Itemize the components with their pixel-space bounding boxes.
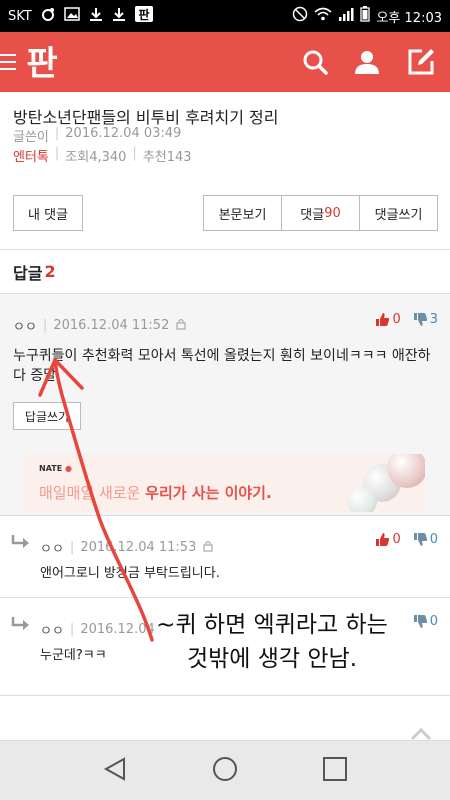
article-header: 방탄소년단팬들의 비투비 후려치기 정리 글쓴이 | 2016.12.04 03… <box>0 92 450 250</box>
menu-icon[interactable] <box>0 53 20 71</box>
comment-datetime: 2016.12.04 11:52 <box>53 318 170 333</box>
ad-brand: NATE ● <box>39 464 72 473</box>
download-icon <box>112 7 126 25</box>
thumbs-down-icon <box>413 313 427 326</box>
comment-actions: 본문보기 댓글 90 댓글쓰기 <box>203 195 438 231</box>
comments-count: 90 <box>324 205 341 221</box>
logo-text: 판 <box>26 44 57 83</box>
upvote-button[interactable]: 0 <box>375 532 401 547</box>
download-icon <box>89 7 103 25</box>
comment-body: 누구퀴들이 추천화력 모아서 톡선에 올렸는지 훤히 보이네ㅋㅋㅋ 애잔하다 증… <box>13 348 431 384</box>
comment-author[interactable]: ㅇㅇ <box>13 316 37 335</box>
downvote-count: 3 <box>429 312 438 327</box>
my-comments-button[interactable]: 내 댓글 <box>13 195 83 231</box>
pann-logo[interactable]: 판 <box>22 41 62 84</box>
ad-banner[interactable]: NATE ● 매일매일 새로운 우리가 사는 이야기. <box>25 454 425 512</box>
write-post-icon[interactable] <box>406 47 436 77</box>
comment-author[interactable]: ㅇㅇ <box>40 538 64 557</box>
category-link[interactable]: 엔터톡 <box>13 146 49 165</box>
signal-icon <box>338 7 354 25</box>
svg-text:판: 판 <box>138 7 149 22</box>
comments-label: 댓글 <box>300 207 325 223</box>
carrier-label: SKT <box>8 8 32 24</box>
downvote-button[interactable]: 3 <box>413 312 438 327</box>
reply-arrow-icon <box>11 616 31 636</box>
downvote-count: 0 <box>429 532 438 547</box>
comment-meta: ㅇㅇ | 2016.12.04 11:53 <box>40 538 214 557</box>
divider: | <box>69 540 75 555</box>
reply-item: ㅇㅇ | 2016.12.04 11:53 0 0 앤어그로니 방청금 부탁드립… <box>0 516 450 598</box>
comment-author[interactable]: ㅇㅇ <box>40 620 64 639</box>
balloon-decoration <box>387 454 425 488</box>
upvote-button[interactable]: 0 <box>375 312 401 327</box>
app-notification-icon <box>41 7 55 25</box>
view-post-button[interactable]: 본문보기 <box>204 196 282 230</box>
battery-icon <box>360 6 371 26</box>
downvote-button[interactable]: 0 <box>413 532 438 547</box>
replies-header: 답글 2 <box>0 250 450 294</box>
article-meta: 글쓴이 | 2016.12.04 03:49 <box>13 126 181 145</box>
upvote-count: 0 <box>392 312 401 327</box>
home-icon[interactable] <box>211 755 239 787</box>
recommend-count: 추천143 <box>142 150 192 165</box>
balloon-decoration <box>347 486 377 512</box>
comments-button[interactable]: 댓글 90 <box>282 196 360 230</box>
wifi-icon <box>314 7 332 25</box>
thumbs-up-icon <box>376 313 390 326</box>
user-icon[interactable] <box>354 49 380 75</box>
divider: | <box>69 622 75 637</box>
recent-apps-icon[interactable] <box>322 756 348 786</box>
pann-app-icon: 판 <box>134 6 153 26</box>
comment-item: ㅇㅇ | 2016.12.04 11:52 0 3 누구퀴들이 추천화력 모아서… <box>0 294 450 516</box>
comment-meta: ㅇㅇ | 2016.12.04 11:52 <box>13 316 187 335</box>
report-icon[interactable] <box>202 540 214 556</box>
caption-line: ~퀴 하면 엑퀴라고 하는 <box>156 612 388 638</box>
comment-votes: 0 3 <box>375 312 438 327</box>
divider: | <box>54 146 60 161</box>
image-icon <box>63 7 80 25</box>
clock-label: 오후 12:03 <box>376 10 442 26</box>
thumbs-down-icon <box>413 533 427 546</box>
divider: | <box>132 146 137 161</box>
search-icon[interactable] <box>302 49 328 75</box>
status-bar: SKT 판 오후 12:03 <box>0 0 450 32</box>
article-datetime: 2016.12.04 03:49 <box>65 126 182 141</box>
comment-datetime: 2016.12.04 11:53 <box>80 540 197 555</box>
back-icon[interactable] <box>102 756 128 786</box>
ad-text: 매일매일 새로운 우리가 사는 이야기. <box>39 484 272 502</box>
app-bar: 판 <box>0 32 450 92</box>
reply-arrow-icon <box>11 534 31 554</box>
divider: | <box>54 126 60 141</box>
view-count: 조회4,340 <box>65 150 127 165</box>
replies-count: 2 <box>44 262 56 281</box>
article-stats: 엔터톡 | 조회4,340 | 추천143 <box>13 146 192 165</box>
write-reply-button[interactable]: 답글쓰기 <box>13 402 81 430</box>
replies-label: 답글 <box>13 263 43 283</box>
comment-votes: 0 0 <box>375 532 438 547</box>
report-icon[interactable] <box>175 318 187 334</box>
do-not-disturb-icon <box>292 6 308 26</box>
upvote-count: 0 <box>392 532 401 547</box>
article-title[interactable]: 방탄소년단팬들의 비투비 후려치기 정리 <box>13 104 279 128</box>
android-nav-bar <box>0 740 450 800</box>
write-comment-button[interactable]: 댓글쓰기 <box>360 196 437 230</box>
thumbs-up-icon <box>376 533 390 546</box>
divider: | <box>42 318 48 333</box>
author-label: 글쓴이 <box>13 130 49 145</box>
comment-body: 앤어그로니 방청금 부탁드립니다. <box>40 566 220 581</box>
overlay-caption: ~퀴 하면 엑퀴라고 하는 것밖에 생각 안남. <box>112 608 432 676</box>
caption-line: 것밖에 생각 안남. <box>186 646 358 672</box>
